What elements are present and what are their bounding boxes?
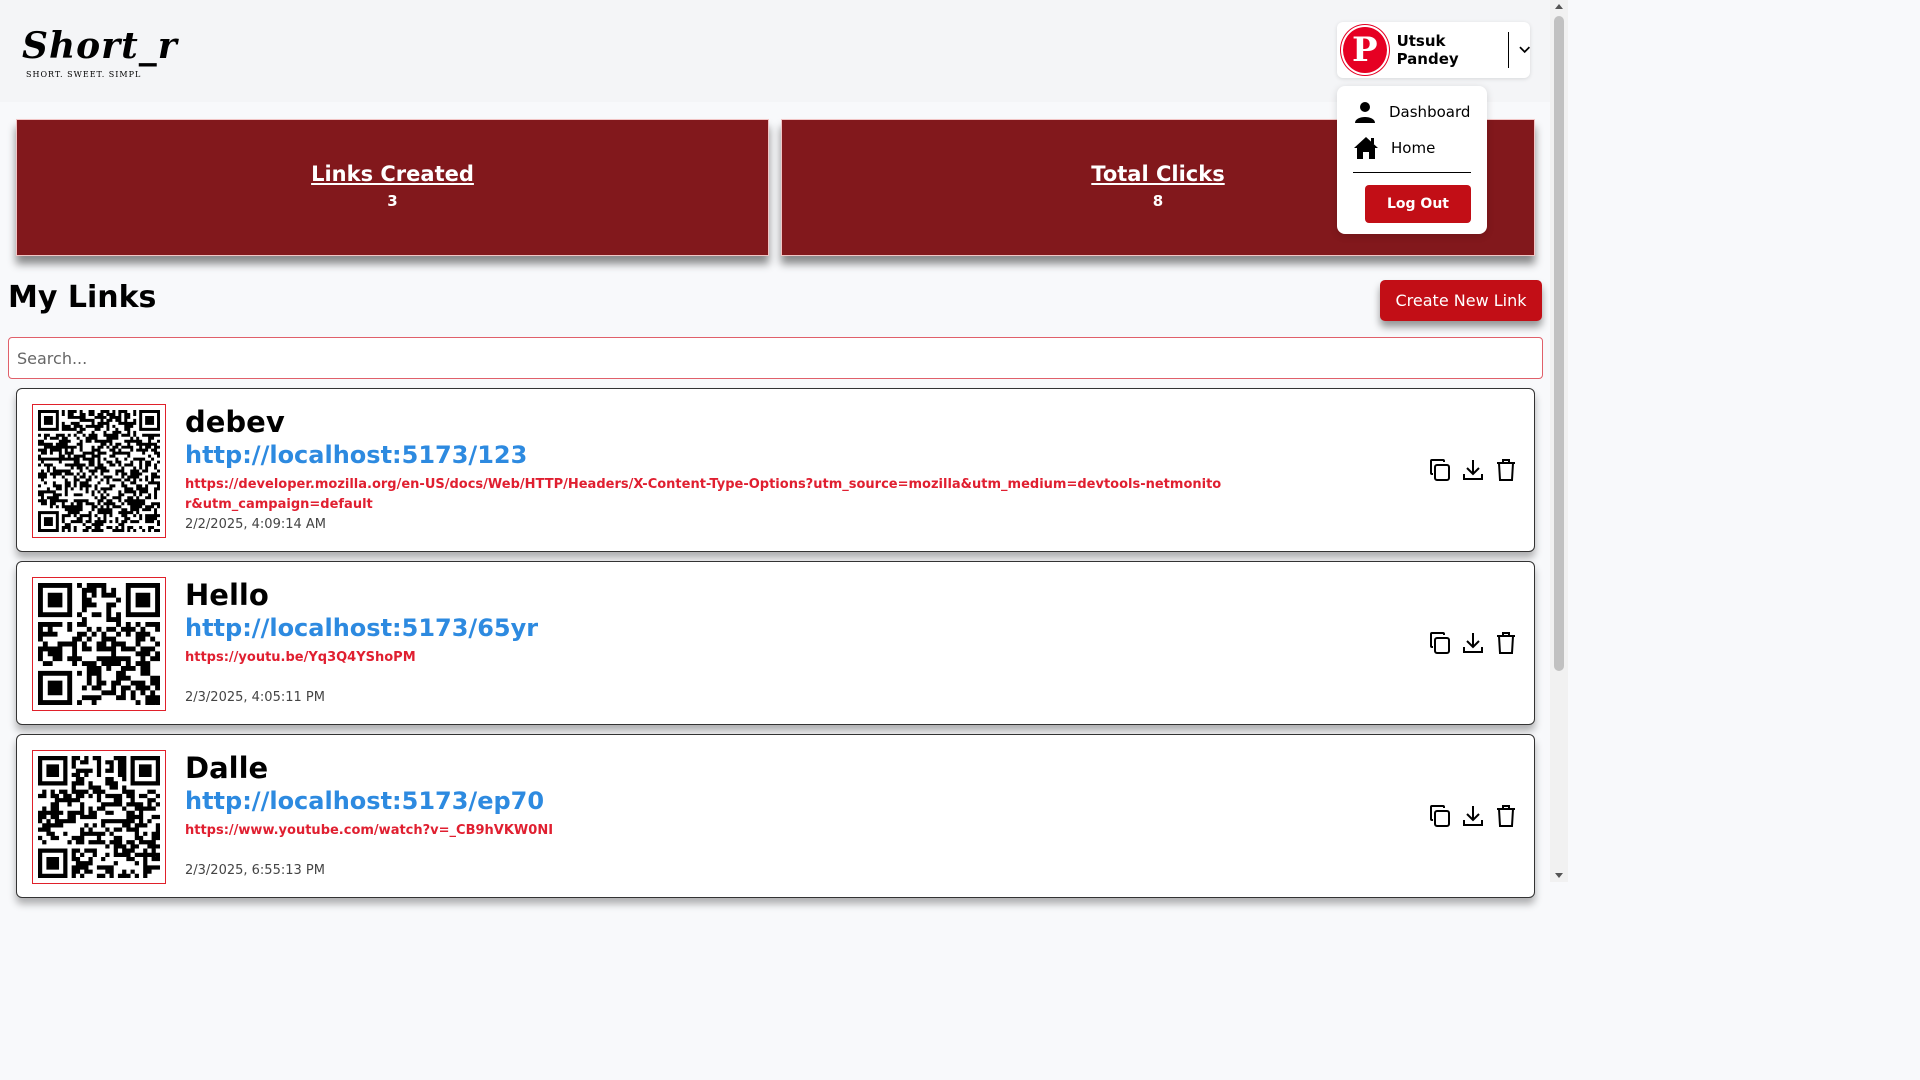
scroll-thumb[interactable] [1554, 16, 1564, 671]
page-title: My Links [8, 280, 157, 315]
menu-item-label: Dashboard [1389, 103, 1471, 121]
create-new-link-button[interactable]: Create New Link [1380, 280, 1542, 321]
brand-logo[interactable]: Short_r SHORT. SWEET. SIMPL [22, 25, 178, 86]
chevron-down-icon [1518, 46, 1530, 54]
stat-value: 3 [387, 192, 398, 210]
created-date: 2/3/2025, 6:55:13 PM [185, 863, 325, 878]
user-dropdown-menu: Dashboard Home Log Out [1337, 86, 1487, 234]
link-actions [1428, 631, 1518, 655]
link-actions [1428, 458, 1518, 482]
menu-item-label: Home [1391, 139, 1436, 157]
menu-item-home[interactable]: Home [1353, 136, 1435, 160]
qr-code-image[interactable] [32, 750, 166, 884]
scroll-up-arrow-icon[interactable] [1555, 4, 1563, 9]
download-icon[interactable] [1461, 804, 1485, 828]
logout-button[interactable]: Log Out [1365, 185, 1471, 223]
download-icon[interactable] [1461, 458, 1485, 482]
vertical-scrollbar[interactable] [1550, 0, 1568, 882]
home-icon [1354, 137, 1378, 159]
link-card: Hello http://localhost:5173/65yr https:/… [16, 561, 1535, 725]
qr-code-image[interactable] [32, 404, 166, 538]
qr-code-image[interactable] [32, 577, 166, 711]
menu-divider [1353, 172, 1471, 173]
created-date: 2/3/2025, 4:05:11 PM [185, 690, 325, 705]
trash-icon[interactable] [1494, 458, 1518, 482]
download-icon[interactable] [1461, 631, 1485, 655]
link-title: debev [185, 405, 285, 439]
brand-tagline: SHORT. SWEET. SIMPL [26, 70, 142, 79]
avatar: P [1341, 25, 1389, 75]
stat-card-links-created: Links Created 3 [16, 119, 769, 256]
short-url-link[interactable]: http://localhost:5173/ep70 [185, 787, 544, 815]
scroll-down-arrow-icon[interactable] [1555, 873, 1563, 878]
copy-icon[interactable] [1428, 631, 1452, 655]
search-input[interactable] [8, 337, 1543, 379]
user-icon [1355, 102, 1375, 123]
stat-title: Links Created [311, 162, 474, 186]
created-date: 2/2/2025, 4:09:14 AM [185, 517, 327, 532]
link-title: Dalle [185, 751, 269, 785]
short-url-link[interactable]: http://localhost:5173/123 [185, 441, 527, 469]
original-url-link[interactable]: https://youtu.be/Yq3Q4YShoPM [185, 648, 1225, 668]
top-header: Short_r SHORT. SWEET. SIMPL P Utsuk Pand… [0, 0, 1550, 102]
copy-icon[interactable] [1428, 458, 1452, 482]
trash-icon[interactable] [1494, 631, 1518, 655]
user-menu-toggle[interactable]: P Utsuk Pandey [1337, 22, 1530, 78]
link-card: Dalle http://localhost:5173/ep70 https:/… [16, 734, 1535, 898]
user-name: Utsuk Pandey [1397, 32, 1509, 68]
link-actions [1428, 804, 1518, 828]
original-url-link[interactable]: https://developer.mozilla.org/en-US/docs… [185, 475, 1225, 515]
link-title: Hello [185, 578, 269, 612]
link-card: debev http://localhost:5173/123 https://… [16, 388, 1535, 552]
short-url-link[interactable]: http://localhost:5173/65yr [185, 614, 538, 642]
menu-item-dashboard[interactable]: Dashboard [1353, 100, 1470, 124]
trash-icon[interactable] [1494, 804, 1518, 828]
brand-name: Short_r [22, 25, 178, 67]
pinterest-logo-icon: P [1351, 30, 1378, 70]
original-url-link[interactable]: https://www.youtube.com/watch?v=_CB9hVKW… [185, 821, 1225, 841]
copy-icon[interactable] [1428, 804, 1452, 828]
